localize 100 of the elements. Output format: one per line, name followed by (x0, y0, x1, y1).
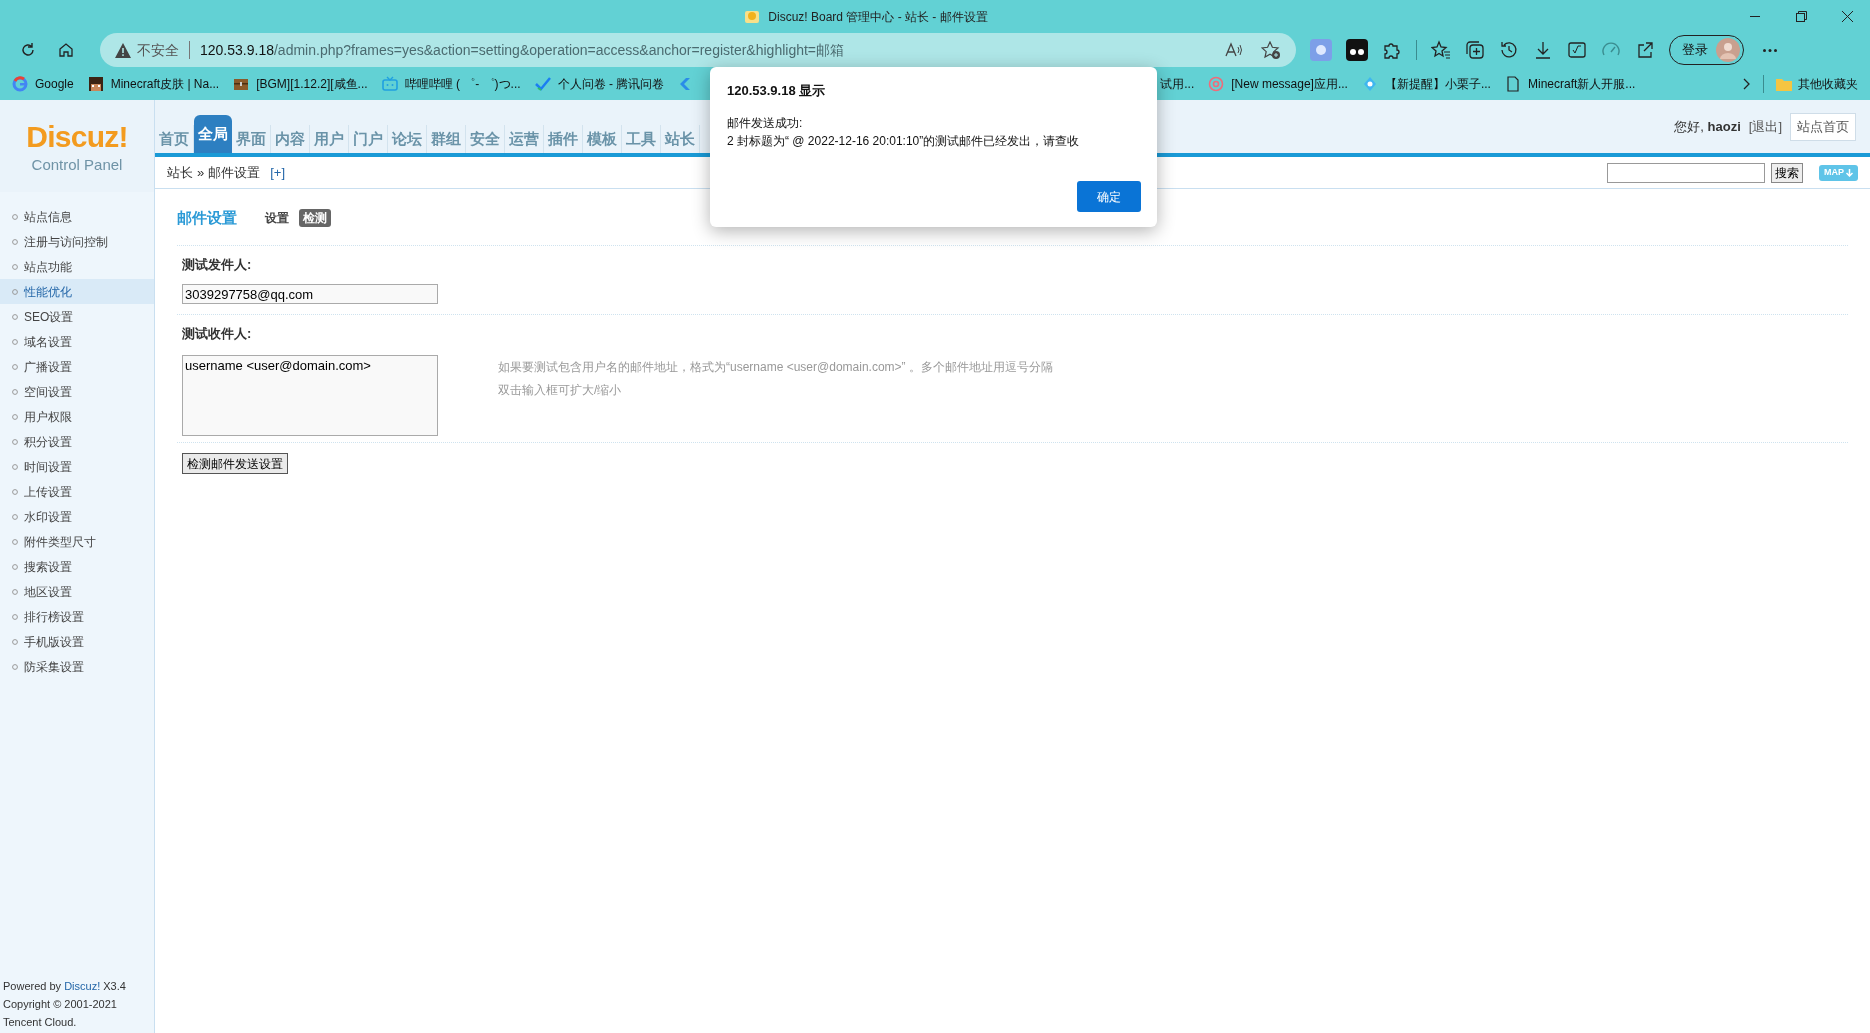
tv-icon (381, 75, 398, 92)
breadcrumb-current: 邮件设置 (208, 163, 261, 182)
discuz-link[interactable]: Discuz! (64, 980, 101, 992)
bullet-icon (12, 463, 18, 470)
ok-button[interactable]: 确定 (1077, 181, 1141, 212)
sidebar-item[interactable]: 时间设置 (0, 454, 154, 479)
sidebar-item[interactable]: 用户权限 (0, 404, 154, 429)
breadcrumb-separator: » (197, 163, 205, 182)
bullet-icon (12, 513, 18, 520)
add-favorite-icon[interactable] (1261, 40, 1281, 60)
add-shortcut-link[interactable]: [+] (270, 162, 286, 183)
logout-link[interactable]: [退出] (1748, 116, 1782, 137)
sidebar-item[interactable]: 站点信息 (0, 204, 154, 229)
restore-icon (1795, 11, 1807, 22)
sidebar-item[interactable]: 附件类型尺寸 (0, 529, 154, 554)
bookmark[interactable]: 个人问卷 - 腾讯问卷 (534, 74, 665, 93)
home-icon (58, 42, 74, 58)
user-greeting: 您好, haozi (1674, 117, 1741, 136)
field-label: 测试发件人: (182, 256, 253, 274)
sidebar-item[interactable]: 空间设置 (0, 379, 154, 404)
dialog-title: 120.53.9.18 显示 (727, 82, 827, 100)
collections-icon[interactable] (1465, 40, 1485, 60)
page-icon (1504, 75, 1521, 92)
diamond-icon (1361, 75, 1378, 92)
logo-text: Discuz! (26, 122, 128, 152)
bullet-icon (12, 413, 18, 420)
bookmark[interactable]: Minecraft皮肤 | Na... (87, 74, 220, 93)
dialog-message: 邮件发送成功: (727, 114, 804, 132)
url-text: 120.53.9.18/admin.php?frames=yes&action=setting&operation=access&anchor=register&highlight=邮箱 (200, 40, 845, 60)
download-icon[interactable] (1533, 40, 1553, 60)
bullet-icon (12, 563, 18, 570)
block-icon (87, 75, 104, 92)
site-home-button[interactable]: 站点首页 (1790, 112, 1856, 141)
submit-button[interactable]: 检测邮件发送设置 (182, 453, 288, 474)
sidebar-item[interactable]: 站点功能 (0, 254, 154, 279)
bullet-icon (12, 338, 18, 345)
sidebar-item[interactable]: 性能优化 (0, 279, 154, 304)
history-icon[interactable] (1499, 40, 1519, 60)
recipient-email-field[interactable]: username <user@domain.com> (182, 354, 438, 436)
sidebar-item[interactable]: 搜索设置 (0, 554, 154, 579)
page-tab[interactable]: 检测 (299, 209, 331, 227)
sidebar-item[interactable]: 上传设置 (0, 479, 154, 504)
bookmark[interactable]: Minecraft新人开服... (1504, 74, 1636, 93)
sender-email-field[interactable]: 3039297758@qq.com (182, 284, 438, 304)
nav-tab[interactable]: 全局 (194, 115, 232, 153)
page-tab[interactable]: 设置 (263, 209, 291, 227)
bullet-icon (12, 238, 18, 245)
hint-text: 如果要测试包含用户名的邮件地址，格式为“username <user@domain.com>” 。多个邮件地址用逗号分隔 (498, 358, 1053, 376)
bookmark[interactable]: [BGM][1.12.2][咸鱼... (233, 74, 368, 93)
bullet-icon (12, 588, 18, 595)
bullet-icon (12, 488, 18, 495)
sidebar-item[interactable]: 排行榜设置 (0, 604, 154, 629)
close-icon (1841, 11, 1853, 22)
bullet-icon (12, 538, 18, 545)
more-icon (1763, 48, 1777, 52)
bullet-icon (12, 288, 18, 295)
bullet-icon (12, 213, 18, 220)
company-text: Tencent Cloud. (3, 1015, 78, 1030)
bookmark[interactable]: 试用... (1160, 74, 1195, 93)
logo-subtitle: Control Panel (31, 155, 123, 175)
share-icon[interactable] (1635, 40, 1655, 60)
bullet-icon (12, 388, 18, 395)
math-solver-icon[interactable] (1567, 40, 1587, 60)
extension-icon[interactable] (1346, 39, 1368, 61)
bookmark[interactable]: [New message]应用... (1208, 74, 1348, 93)
extensions-icon[interactable] (1382, 40, 1402, 60)
bookmark-folder[interactable]: 其他收藏夹 (1776, 74, 1858, 93)
search-field[interactable] (1607, 162, 1765, 183)
bullet-icon (12, 438, 18, 445)
sidebar-item[interactable]: 防采集设置 (0, 654, 154, 679)
search-button[interactable]: 搜索 (1771, 162, 1803, 183)
window-title: Discuz! Board 管理中心 - 站长 - 邮件设置 (768, 8, 988, 26)
bullet-icon (12, 638, 18, 645)
down-arrow-icon (1846, 168, 1853, 177)
sidebar-item[interactable]: 广播设置 (0, 354, 154, 379)
sidebar-item[interactable]: 域名设置 (0, 329, 154, 354)
sidebar-item[interactable]: 积分设置 (0, 429, 154, 454)
sidebar-item[interactable]: SEO设置 (0, 304, 154, 329)
bullet-icon (12, 363, 18, 370)
folder-icon (1776, 76, 1792, 91)
minimize-icon (1750, 15, 1760, 18)
sidebar-item[interactable]: 注册与访问控制 (0, 229, 154, 254)
bullet-icon (12, 263, 18, 270)
sidebar-item[interactable]: 地区设置 (0, 579, 154, 604)
chevron-right-icon[interactable] (1743, 77, 1751, 90)
favorites-icon[interactable] (1431, 40, 1451, 60)
sidebar-item[interactable]: 水印设置 (0, 504, 154, 529)
google-icon (12, 75, 28, 92)
hint-text: 双击输入框可扩大/缩小 (498, 381, 623, 399)
sidebar-item[interactable]: 手机版设置 (0, 629, 154, 654)
bookmark[interactable]: 哔哩哔哩 ( ゜- ゜)つ... (381, 74, 521, 93)
read-aloud-icon[interactable] (1225, 42, 1243, 58)
breadcrumb-link[interactable]: 站长 (167, 162, 193, 183)
bookmark[interactable]: Google (12, 74, 74, 93)
refresh-icon (20, 42, 36, 58)
powered-by-text: Powered by Discuz! X3.4 (3, 979, 127, 994)
dialog-message: 2 封标题为“ @ 2022-12-16 20:01:10”的测试邮件已经发出，请查收 (727, 132, 1081, 150)
bookmark[interactable]: 【新提醒】小栗子... (1361, 74, 1491, 93)
security-label: 不安全 (137, 40, 179, 60)
address-bar[interactable]: 不安全 120.53.9.18/admin.php?frames=yes&action=setting&operation=access&anchor=register&highlight=邮箱 (100, 33, 1296, 67)
